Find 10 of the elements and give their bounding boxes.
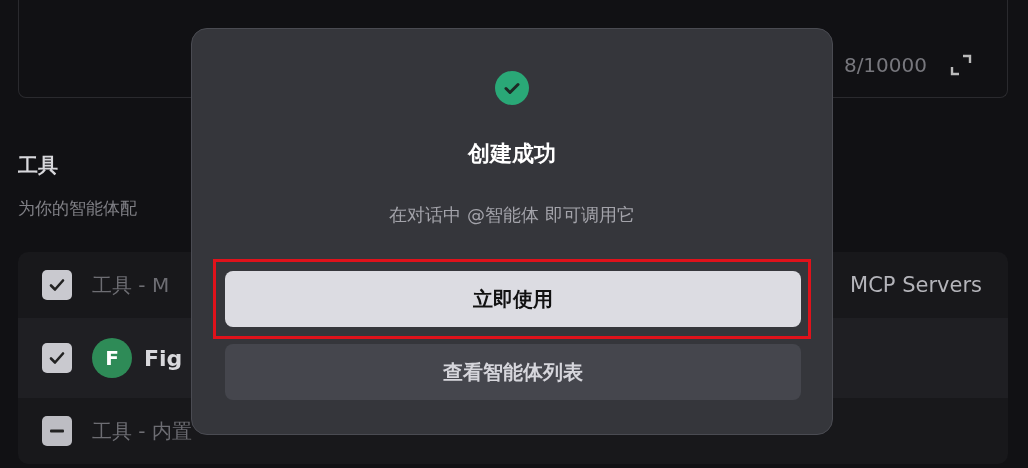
section-description: 为你的智能体配 [18, 197, 137, 220]
group-label: 工具 - 内置 [92, 417, 192, 445]
dialog-title: 创建成功 [468, 140, 556, 168]
group-label: 工具 - M [92, 271, 170, 299]
group-caption: MCP Servers [850, 273, 982, 297]
avatar: F [92, 338, 132, 378]
section-title: 工具 [18, 152, 58, 179]
character-counter: 8/10000 [843, 53, 927, 77]
tool-name: Fig [144, 345, 183, 371]
dialog-message: 在对话中 @智能体 即可调用它 [389, 203, 635, 227]
